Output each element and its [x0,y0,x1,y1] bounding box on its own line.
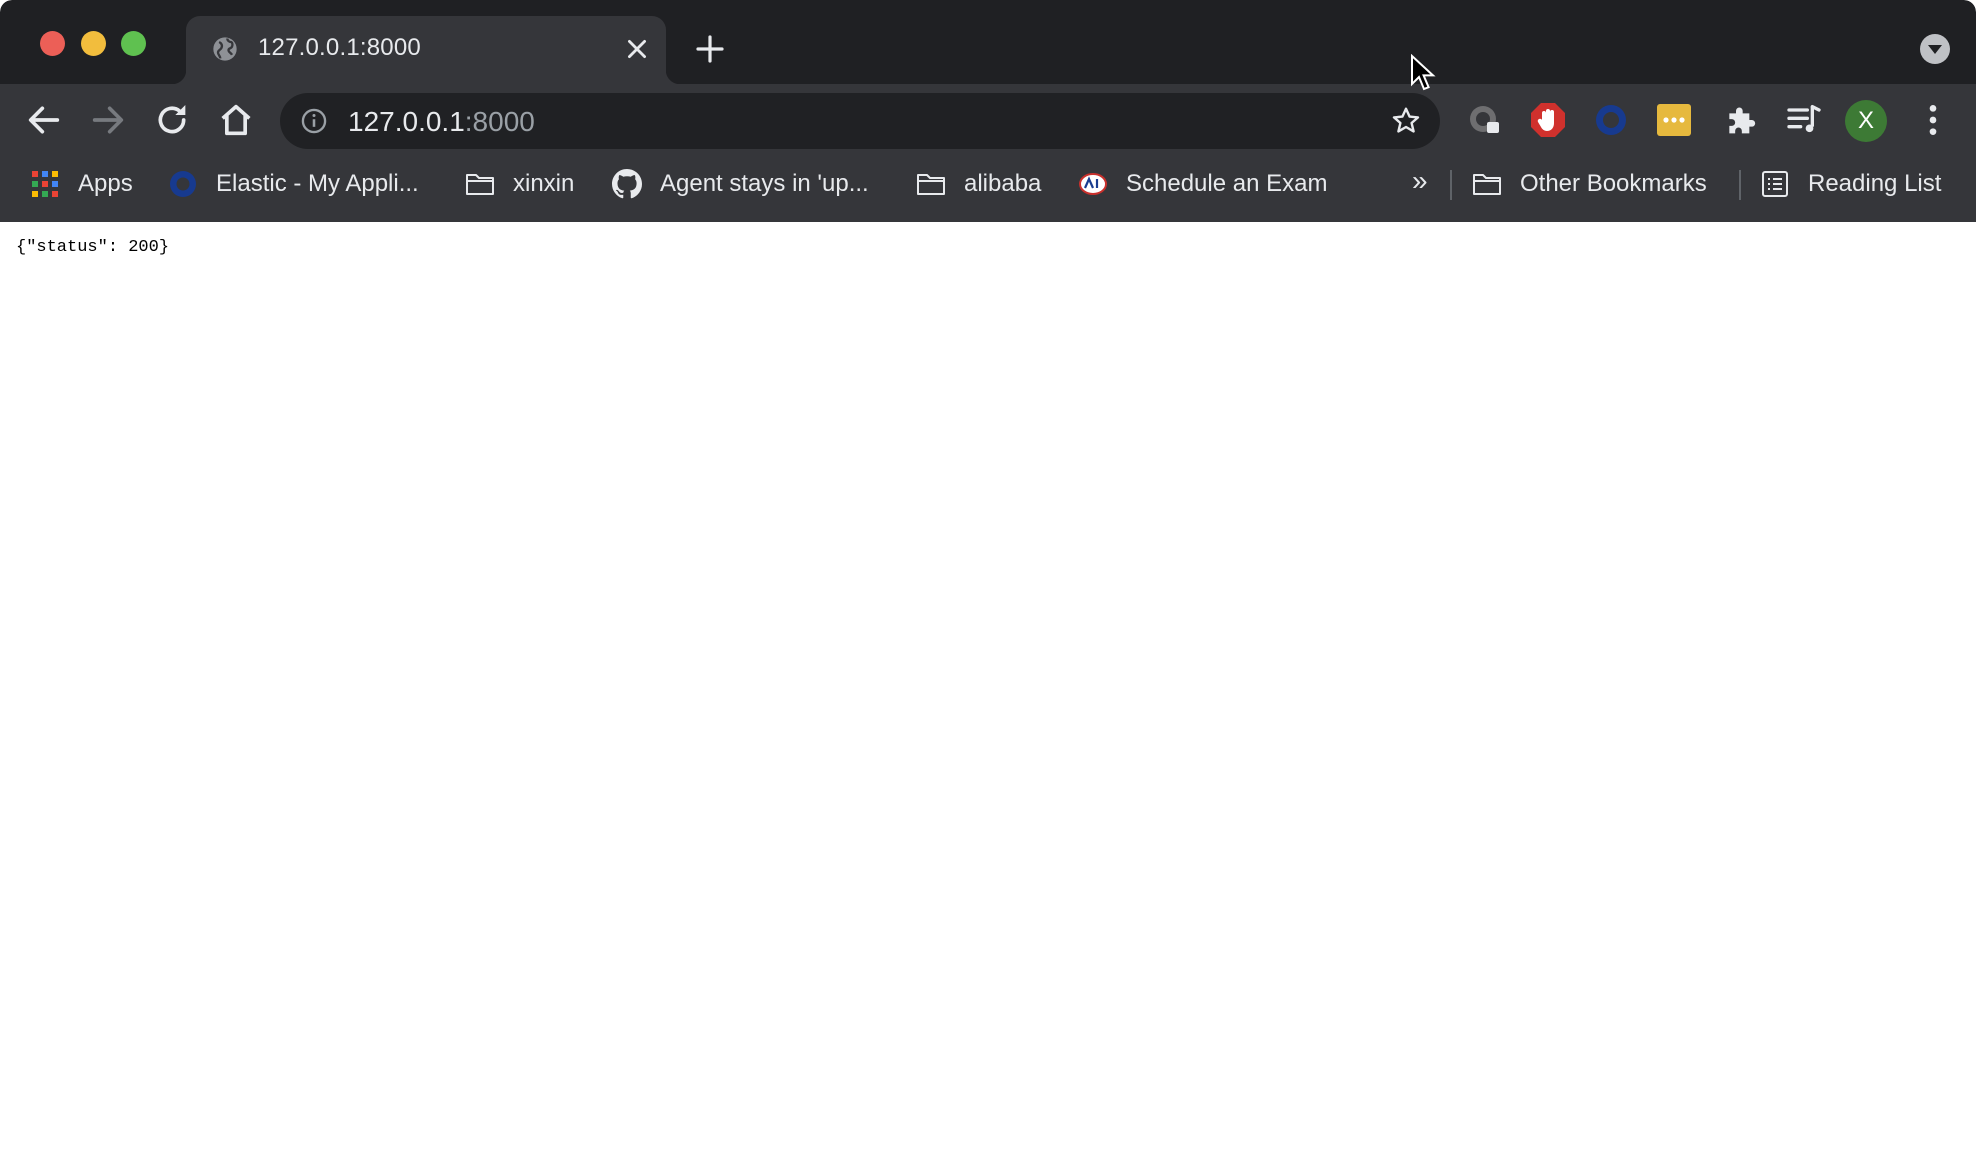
reload-icon[interactable] [152,100,192,140]
window-close-button[interactable] [40,31,65,56]
bookmark-label: Reading List [1808,170,1942,197]
bookmark-folder-xinxin[interactable]: xinxin [465,156,574,212]
back-arrow-icon[interactable] [24,100,64,140]
bookmarks-divider [1450,170,1452,200]
chevron-down-icon [1928,45,1942,54]
bookmark-folder-alibaba[interactable]: alibaba [916,156,1041,212]
bookmark-label: alibaba [964,170,1042,197]
url-port: :8000 [464,106,535,137]
info-icon[interactable] [300,107,328,135]
home-icon[interactable] [216,100,256,140]
bookmarks-bar: Apps Elastic - My Appli... xinxin Agent … [0,156,1976,222]
reading-list-button[interactable]: Reading List [1760,156,1941,212]
bookmark-label: Elastic - My Appli... [216,170,419,197]
bookmark-label: Other Bookmarks [1520,170,1707,197]
bookmarks-divider [1739,170,1741,200]
bookmark-label: xinxin [513,170,575,197]
new-tab-plus-icon[interactable] [694,33,726,65]
kebab-menu-icon[interactable] [1913,100,1953,140]
globe-icon [213,37,237,61]
github-icon [612,169,642,199]
grammarly-icon[interactable] [1465,100,1505,140]
bookmark-elastic[interactable]: Elastic - My Appli... [168,156,419,212]
toolbar: 127.0.0.1:8000 X [0,84,1976,156]
tab-search-button[interactable] [1920,34,1950,64]
page-content: {"status": 200} [0,222,1976,1156]
folder-icon [1473,174,1501,195]
elastic-icon [170,171,196,197]
reading-list-icon [1762,171,1788,197]
url-host: 127.0.0.1 [348,106,465,137]
close-icon[interactable] [624,36,650,62]
puzzle-icon[interactable] [1721,100,1761,140]
json-response-text: {"status": 200} [16,238,170,257]
bookmark-label: Apps [78,170,133,197]
forward-arrow-icon[interactable] [88,100,128,140]
bookmark-label: Schedule an Exam [1126,170,1328,197]
lastpass-icon[interactable] [1654,100,1694,140]
browser-window: 127.0.0.1:8000 127.0.0.1:8000 X Apps Ela… [0,0,1976,1156]
apps-grid-icon [32,171,58,197]
profile-avatar[interactable]: X [1845,100,1887,142]
bookmark-label: Agent stays in 'up... [660,170,869,197]
url-text: 127.0.0.1:8000 [348,106,535,138]
bookmark-github[interactable]: Agent stays in 'up... [612,156,869,212]
window-minimize-button[interactable] [81,31,106,56]
folder-icon [917,174,945,195]
bookmarks-overflow-chevron[interactable]: » [1412,165,1428,197]
tab-strip: 127.0.0.1:8000 [0,0,1976,84]
bookmark-other-bookmarks[interactable]: Other Bookmarks [1472,156,1707,212]
bookmark-star-icon[interactable] [1390,105,1422,137]
tab-title: 127.0.0.1:8000 [258,34,421,61]
bookmark-apps[interactable]: Apps [30,156,133,212]
address-bar[interactable]: 127.0.0.1:8000 [280,93,1440,149]
tab-active[interactable]: 127.0.0.1:8000 [172,16,680,84]
adblock-icon[interactable] [1528,100,1568,140]
circle-extension-icon[interactable] [1591,100,1631,140]
pearson-icon [1079,173,1107,195]
bookmark-schedule-exam[interactable]: Schedule an Exam [1078,156,1327,212]
folder-icon [466,174,494,195]
mouse-cursor-icon [1411,54,1436,91]
window-maximize-button[interactable] [121,31,146,56]
reading-list-icon[interactable] [1784,100,1824,140]
